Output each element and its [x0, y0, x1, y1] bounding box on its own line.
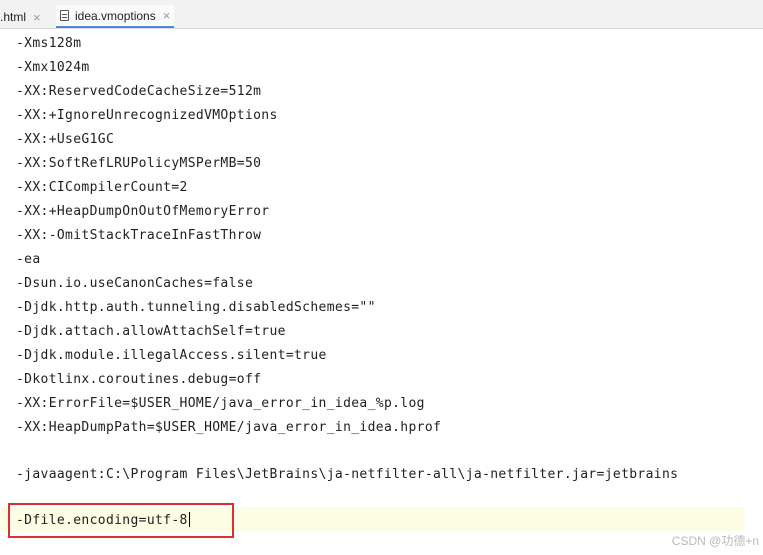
annotation-highlight-box: [8, 503, 234, 538]
code-line[interactable]: -Djdk.module.illegalAccess.silent=true: [16, 347, 327, 365]
code-line[interactable]: -ea: [16, 251, 41, 269]
code-line[interactable]: -Djdk.attach.allowAttachSelf=true: [16, 323, 286, 341]
tab-html-file[interactable]: .html ×: [0, 5, 41, 29]
code-line[interactable]: -XX:ErrorFile=$USER_HOME/java_error_in_i…: [16, 395, 425, 413]
code-line[interactable]: -Djdk.http.auth.tunneling.disabledScheme…: [16, 299, 376, 317]
code-line[interactable]: -Dsun.io.useCanonCaches=false: [16, 275, 253, 293]
code-line[interactable]: -XX:HeapDumpPath=$USER_HOME/java_error_i…: [16, 419, 441, 437]
text-file-icon: [60, 10, 69, 21]
close-icon[interactable]: ×: [163, 8, 171, 23]
close-icon[interactable]: ×: [33, 10, 41, 25]
editor-tab-bar: .html × idea.vmoptions ×: [0, 0, 763, 29]
code-line[interactable]: -Dkotlinx.coroutines.debug=off: [16, 371, 261, 389]
code-line[interactable]: -Xms128m: [16, 35, 81, 53]
tab-label: .html: [0, 10, 27, 24]
editor-right-gutter: [744, 29, 763, 555]
code-line[interactable]: -XX:SoftRefLRUPolicyMSPerMB=50: [16, 155, 261, 173]
code-line[interactable]: -XX:+IgnoreUnrecognizedVMOptions: [16, 107, 278, 125]
code-line[interactable]: -XX:ReservedCodeCacheSize=512m: [16, 83, 261, 101]
tab-idea-vmoptions[interactable]: idea.vmoptions ×: [56, 5, 175, 28]
code-line[interactable]: -XX:+UseG1GC: [16, 131, 114, 149]
code-line[interactable]: -javaagent:C:\Program Files\JetBrains\ja…: [16, 466, 678, 484]
code-line[interactable]: -Xmx1024m: [16, 59, 90, 77]
code-line[interactable]: -XX:-OmitStackTraceInFastThrow: [16, 227, 261, 245]
tab-label: idea.vmoptions: [75, 8, 156, 23]
code-line[interactable]: -XX:CICompilerCount=2: [16, 179, 188, 197]
watermark: CSDN @功德+n: [671, 534, 759, 548]
code-line[interactable]: -XX:+HeapDumpOnOutOfMemoryError: [16, 203, 269, 221]
